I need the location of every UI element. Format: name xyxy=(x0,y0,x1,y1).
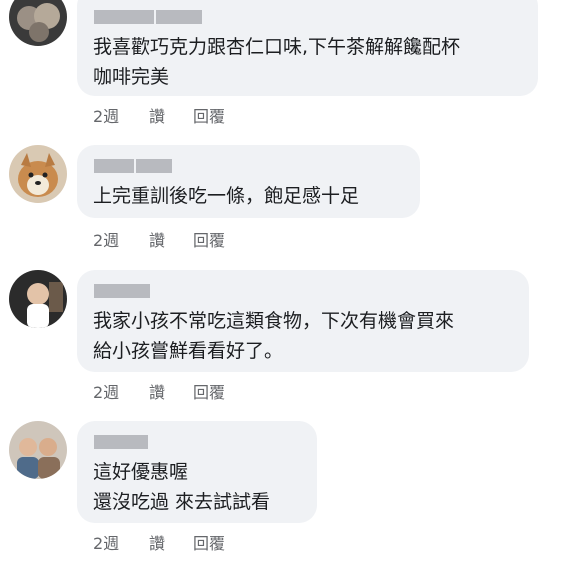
comment-time[interactable]: 2週 xyxy=(93,103,149,127)
comment-text: 這好優惠喔 還沒吃過 來去試試看 xyxy=(93,461,271,513)
comment-text: 我喜歡巧克力跟杏仁口味,下午茶解解饞配杯 咖啡完美 xyxy=(93,36,461,88)
comment-time[interactable]: 2週 xyxy=(93,530,149,554)
like-button[interactable]: 讚 xyxy=(149,379,193,403)
reply-button[interactable]: 回覆 xyxy=(193,103,225,127)
reply-button[interactable]: 回覆 xyxy=(193,530,225,554)
comment-bubble: 這好優惠喔 還沒吃過 來去試試看 xyxy=(77,421,317,523)
comment-actions: 2週 讚 回覆 xyxy=(93,379,225,403)
comment-bubble: 我家小孩不常吃這類食物，下次有機會買來 給小孩嘗鮮看看好了。 xyxy=(77,270,529,372)
reply-button[interactable]: 回覆 xyxy=(193,227,225,251)
comment-actions: 2週 讚 回覆 xyxy=(93,227,225,251)
reply-button[interactable]: 回覆 xyxy=(193,379,225,403)
comment-bubble: 我喜歡巧克力跟杏仁口味,下午茶解解饞配杯 咖啡完美 xyxy=(77,0,538,96)
avatar[interactable] xyxy=(9,0,67,46)
avatar[interactable] xyxy=(9,421,67,479)
like-button[interactable]: 讚 xyxy=(149,103,193,127)
comment-actions: 2週 讚 回覆 xyxy=(93,530,225,554)
like-button[interactable]: 讚 xyxy=(149,227,193,251)
comment-text: 我家小孩不常吃這類食物，下次有機會買來 給小孩嘗鮮看看好了。 xyxy=(93,310,455,362)
comment-time[interactable]: 2週 xyxy=(93,227,149,251)
comment-actions: 2週 讚 回覆 xyxy=(93,103,225,127)
commenter-name[interactable] xyxy=(94,435,148,449)
like-button[interactable]: 讚 xyxy=(149,530,193,554)
avatar[interactable] xyxy=(9,145,67,203)
avatar[interactable] xyxy=(9,270,67,328)
commenter-name[interactable] xyxy=(94,284,150,298)
commenter-name[interactable] xyxy=(94,159,172,173)
commenter-name[interactable] xyxy=(94,10,202,24)
comment-bubble: 上完重訓後吃一條，飽足感十足 xyxy=(77,145,420,218)
comment-text: 上完重訓後吃一條，飽足感十足 xyxy=(93,185,360,207)
comment-time[interactable]: 2週 xyxy=(93,379,149,403)
